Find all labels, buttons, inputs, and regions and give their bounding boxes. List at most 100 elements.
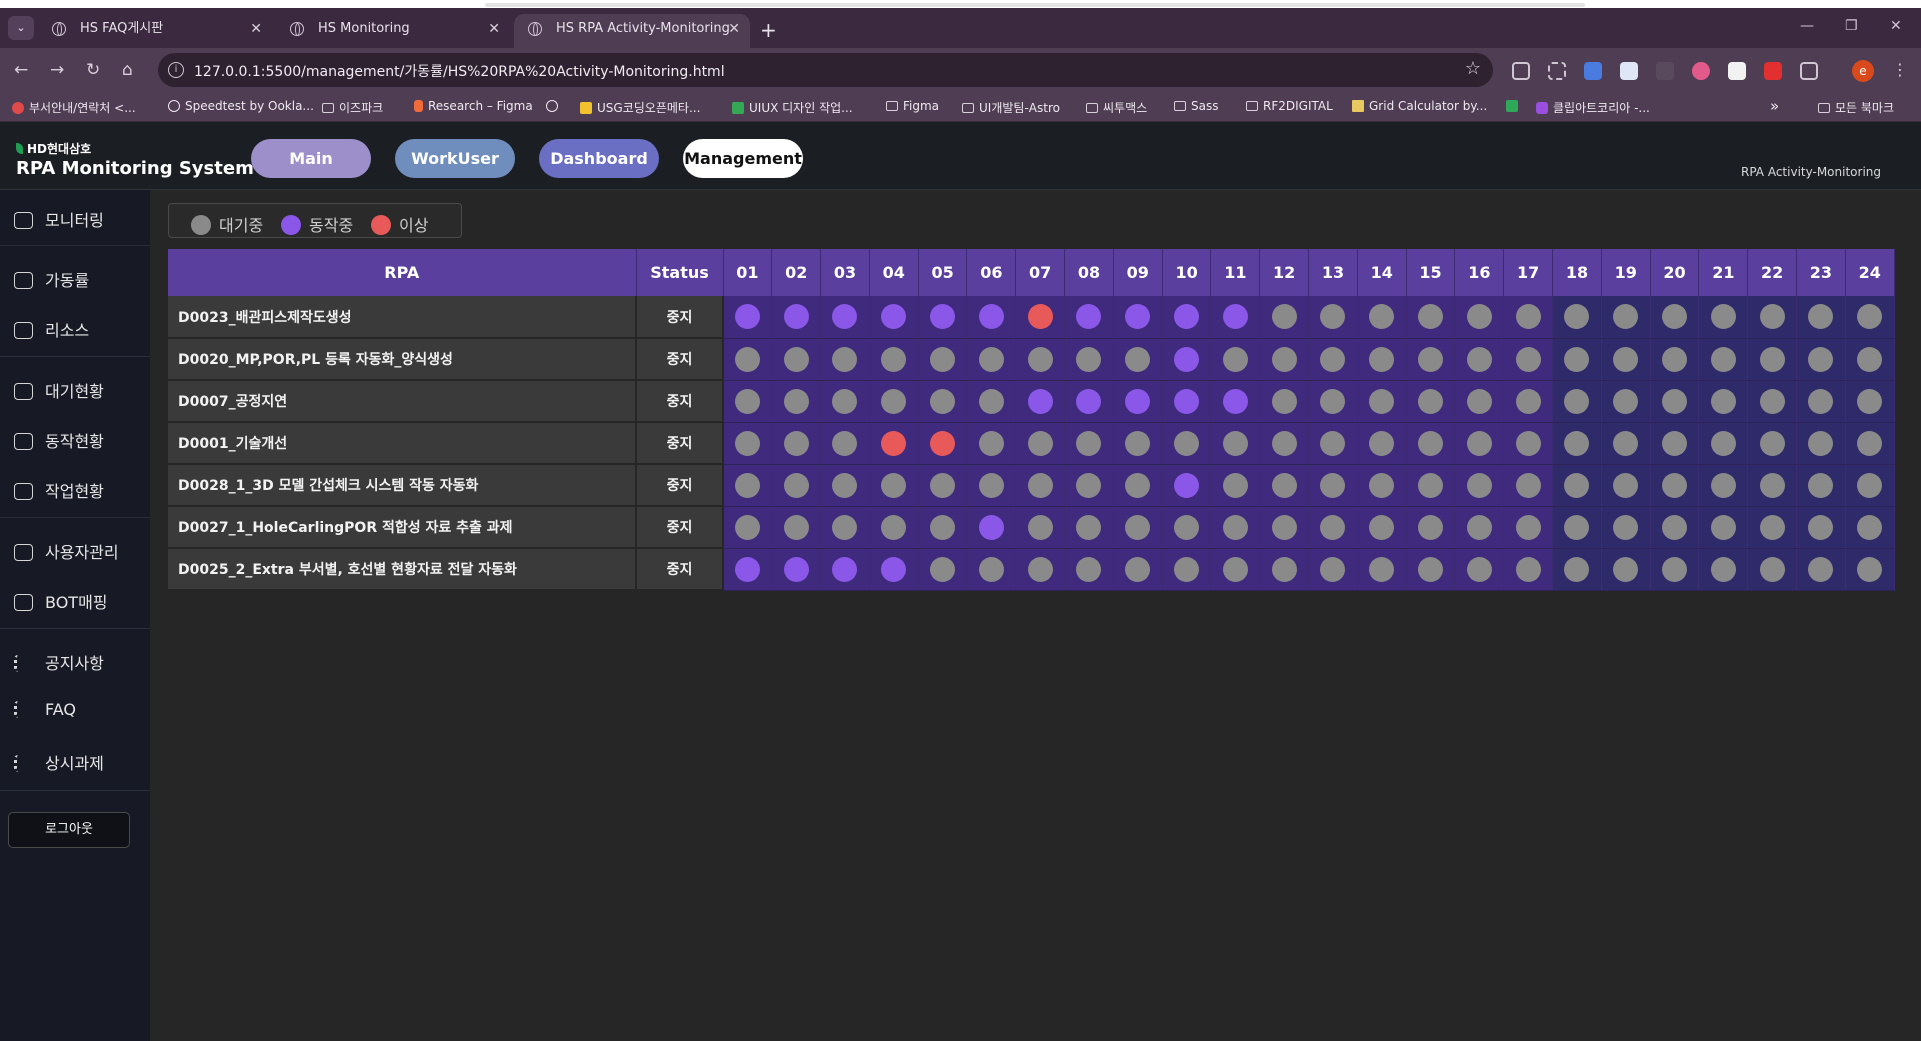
status-idle-dot[interactable] [1466, 514, 1492, 540]
status-idle-dot[interactable] [1222, 556, 1248, 582]
color-extension-icon[interactable] [1692, 62, 1710, 80]
status-idle-dot[interactable] [832, 388, 858, 414]
status-idle-dot[interactable] [1710, 430, 1736, 456]
url-field[interactable]: i 127.0.0.1:5500/management/가동률/HS%20RPA… [158, 53, 1493, 87]
status-idle-dot[interactable] [1076, 430, 1102, 456]
status-idle-dot[interactable] [1271, 304, 1297, 330]
status-idle-dot[interactable] [1759, 514, 1785, 540]
all-bookmarks[interactable]: 모든 북마크 [1818, 99, 1894, 116]
status-idle-dot[interactable] [1564, 304, 1590, 330]
nav-workuser-button[interactable]: WorkUser [395, 139, 515, 178]
status-idle-dot[interactable] [1174, 556, 1200, 582]
new-tab-button[interactable]: + [760, 18, 777, 42]
status-idle-dot[interactable] [1027, 556, 1053, 582]
status-running-dot[interactable] [978, 514, 1004, 540]
status-idle-dot[interactable] [1320, 304, 1346, 330]
status-idle-dot[interactable] [832, 514, 858, 540]
status-idle-dot[interactable] [1174, 514, 1200, 540]
status-idle-dot[interactable] [1662, 514, 1688, 540]
table-row[interactable]: D0025_2_Extra 부서별, 호선별 현황자료 전달 자동화 중지 [168, 548, 1895, 591]
status-idle-dot[interactable] [783, 346, 809, 372]
bookmark-item[interactable]: RF2DIGITAL [1246, 99, 1333, 113]
status-idle-dot[interactable] [1564, 388, 1590, 414]
sidebar-item-jobs[interactable]: 작업현황 [14, 478, 104, 506]
status-idle-dot[interactable] [1613, 556, 1639, 582]
status-idle-dot[interactable] [1808, 556, 1834, 582]
status-idle-dot[interactable] [735, 514, 761, 540]
status-idle-dot[interactable] [1466, 472, 1492, 498]
status-idle-dot[interactable] [1271, 556, 1297, 582]
status-idle-dot[interactable] [1418, 346, 1444, 372]
status-idle-dot[interactable] [1710, 304, 1736, 330]
status-running-dot[interactable] [1174, 346, 1200, 372]
status-idle-dot[interactable] [1076, 472, 1102, 498]
status-idle-dot[interactable] [1027, 472, 1053, 498]
status-idle-dot[interactable] [930, 514, 956, 540]
record-extension-icon[interactable] [1764, 62, 1782, 80]
status-running-dot[interactable] [1125, 388, 1151, 414]
status-running-dot[interactable] [1174, 304, 1200, 330]
status-idle-dot[interactable] [1808, 472, 1834, 498]
sidebar-item-monitoring[interactable]: 모니터링 [14, 207, 104, 235]
status-idle-dot[interactable] [1857, 472, 1883, 498]
status-idle-dot[interactable] [735, 346, 761, 372]
status-idle-dot[interactable] [735, 472, 761, 498]
status-running-dot[interactable] [881, 304, 907, 330]
status-idle-dot[interactable] [1271, 472, 1297, 498]
close-window-icon[interactable]: ✕ [1890, 18, 1902, 34]
sidebar-item-waiting[interactable]: 대기현황 [14, 378, 104, 406]
status-running-dot[interactable] [930, 304, 956, 330]
status-idle-dot[interactable] [1222, 472, 1248, 498]
status-idle-dot[interactable] [881, 388, 907, 414]
status-running-dot[interactable] [1027, 388, 1053, 414]
status-idle-dot[interactable] [1857, 514, 1883, 540]
status-idle-dot[interactable] [1320, 556, 1346, 582]
status-idle-dot[interactable] [930, 346, 956, 372]
status-idle-dot[interactable] [832, 430, 858, 456]
puzzle-extensions-icon[interactable] [1800, 62, 1818, 80]
status-idle-dot[interactable] [1125, 346, 1151, 372]
close-icon[interactable]: ✕ [250, 14, 262, 44]
translate-extension-icon[interactable] [1584, 62, 1602, 80]
status-idle-dot[interactable] [1662, 556, 1688, 582]
table-row[interactable]: D0007_공정지연 중지 [168, 380, 1895, 423]
status-idle-dot[interactable] [1369, 346, 1395, 372]
sidebar-item-faq[interactable]: FAQ [14, 700, 76, 728]
bookmark-item[interactable]: UI개발팀-Astro [962, 99, 1060, 116]
status-idle-dot[interactable] [1418, 514, 1444, 540]
status-idle-dot[interactable] [1613, 430, 1639, 456]
status-idle-dot[interactable] [1369, 388, 1395, 414]
status-idle-dot[interactable] [1662, 304, 1688, 330]
bookmark-item[interactable]: Figma [886, 99, 939, 113]
status-idle-dot[interactable] [832, 472, 858, 498]
status-idle-dot[interactable] [1076, 556, 1102, 582]
bookmark-item[interactable]: 씨투맥스 [1086, 99, 1147, 116]
status-idle-dot[interactable] [881, 514, 907, 540]
status-idle-dot[interactable] [1271, 514, 1297, 540]
status-idle-dot[interactable] [881, 346, 907, 372]
status-idle-dot[interactable] [1564, 472, 1590, 498]
status-idle-dot[interactable] [1515, 346, 1541, 372]
status-idle-dot[interactable] [1125, 514, 1151, 540]
status-idle-dot[interactable] [1271, 430, 1297, 456]
status-running-dot[interactable] [1222, 304, 1248, 330]
table-row[interactable]: D0020_MP,POR,PL 등록 자동화_양식생성 중지 [168, 338, 1895, 381]
status-idle-dot[interactable] [1076, 514, 1102, 540]
bookmark-item[interactable]: 부서안내/연락처 <... [12, 99, 136, 116]
status-running-dot[interactable] [978, 304, 1004, 330]
status-idle-dot[interactable] [1613, 346, 1639, 372]
status-running-dot[interactable] [735, 304, 761, 330]
status-idle-dot[interactable] [1759, 346, 1785, 372]
status-idle-dot[interactable] [1125, 430, 1151, 456]
status-running-dot[interactable] [1174, 388, 1200, 414]
status-idle-dot[interactable] [1515, 388, 1541, 414]
status-idle-dot[interactable] [1759, 472, 1785, 498]
profile-avatar[interactable]: e [1852, 60, 1874, 82]
status-idle-dot[interactable] [1857, 346, 1883, 372]
clipboard-extension-icon[interactable] [1620, 62, 1638, 80]
status-running-dot[interactable] [783, 556, 809, 582]
status-idle-dot[interactable] [1613, 472, 1639, 498]
site-info-icon[interactable]: i [168, 62, 184, 78]
status-idle-dot[interactable] [1369, 556, 1395, 582]
status-idle-dot[interactable] [1418, 472, 1444, 498]
